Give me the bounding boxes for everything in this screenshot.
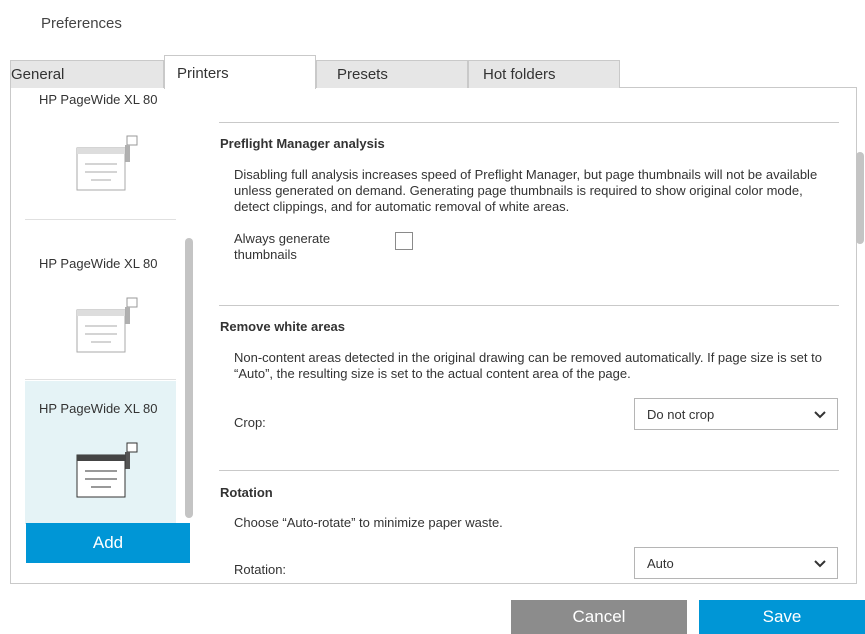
printer-icon (76, 297, 138, 353)
tab-label: General (11, 66, 65, 83)
rotation-label: Rotation: (234, 562, 287, 577)
tab-label: Presets (337, 66, 388, 83)
chevron-down-icon (814, 411, 826, 419)
printer-name: HP PageWide XL 80 (39, 92, 158, 107)
printer-settings: Preflight Manager analysis Disabling ful… (219, 88, 839, 583)
settings-scrollbar[interactable] (856, 152, 864, 244)
printer-list-item[interactable]: HP PageWide XL 80 (25, 238, 176, 380)
add-printer-button[interactable]: Add (26, 523, 190, 563)
rotation-select[interactable]: Auto (634, 547, 838, 579)
tab-hot-folders[interactable]: Hot folders (468, 60, 620, 88)
crop-label: Crop: (234, 415, 266, 430)
tab-printers[interactable]: Printers (164, 55, 316, 89)
printer-list-scrollbar[interactable] (185, 238, 193, 518)
crop-select-value: Do not crop (647, 407, 715, 422)
printer-name: HP PageWide XL 80 (39, 256, 158, 271)
printer-icon (76, 442, 138, 498)
remove-white-section-title: Remove white areas (220, 319, 346, 334)
chevron-down-icon (814, 560, 826, 568)
always-generate-label: Always generate thumbnails (234, 231, 331, 262)
printer-icon (76, 135, 138, 191)
rotation-section-title: Rotation (220, 485, 273, 500)
preflight-section-title: Preflight Manager analysis (220, 136, 385, 151)
printer-list-item[interactable]: HP PageWide XL 80 (25, 88, 176, 220)
divider (219, 470, 839, 471)
tab-bar: General Printers Presets Hot folders (10, 55, 857, 89)
tab-presets[interactable]: Presets (316, 60, 468, 88)
always-generate-checkbox[interactable] (395, 232, 413, 250)
preflight-description: Disabling full analysis increases speed … (234, 167, 818, 214)
printer-name: HP PageWide XL 80 (39, 401, 158, 416)
rotation-select-value: Auto (647, 556, 674, 571)
tab-label: Printers (177, 65, 229, 82)
divider (219, 122, 839, 123)
crop-select[interactable]: Do not crop (634, 398, 838, 430)
cancel-button[interactable]: Cancel (511, 600, 687, 634)
save-button[interactable]: Save (699, 600, 865, 634)
divider (219, 305, 839, 306)
printer-list: HP PageWide XL 80 HP PageWide XL 80 HP P… (25, 88, 190, 524)
printer-list-item-selected[interactable]: HP PageWide XL 80 (25, 381, 176, 524)
remove-white-description: Non-content areas detected in the origin… (234, 350, 822, 381)
window-title: Preferences (41, 15, 122, 32)
rotation-description: Choose “Auto-rotate” to minimize paper w… (234, 515, 503, 530)
tab-label: Hot folders (483, 66, 556, 83)
tab-general[interactable]: General (10, 60, 164, 88)
printers-panel: HP PageWide XL 80 HP PageWide XL 80 HP P… (10, 88, 857, 584)
